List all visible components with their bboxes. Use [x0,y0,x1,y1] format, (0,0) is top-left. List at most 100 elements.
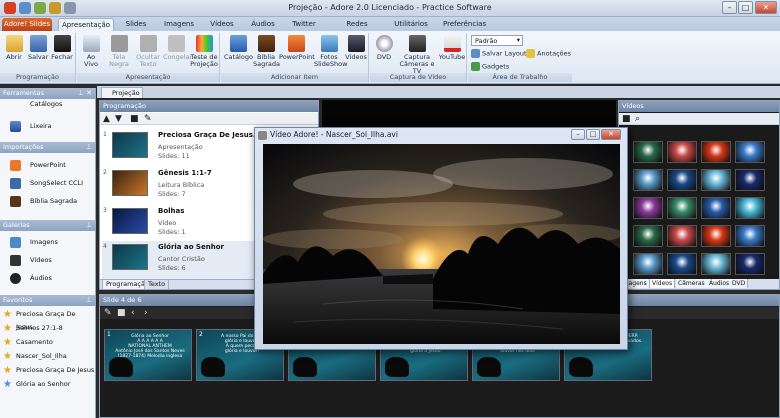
freeze-button[interactable]: Congelar [163,35,192,61]
sidebar-item-audios[interactable]: Áudios [0,270,95,286]
tab-twitter[interactable]: Twitter [290,18,318,31]
save-layout-button[interactable]: Salvar Layout [471,49,527,58]
list-item[interactable]: 4 Glória ao Senhor Cantor Cristão Slides… [102,241,262,279]
video-thumbnail[interactable] [633,225,663,247]
tab-texto[interactable]: Texto [144,280,170,290]
search-icon[interactable]: ⌕ [635,113,640,125]
gadgets-button[interactable]: Gadgets [471,62,509,71]
video-close-button[interactable]: ✕ [601,129,621,140]
tab-media-audios[interactable]: Áudios [707,279,733,288]
arrow-down-icon[interactable]: ▼ [115,113,122,125]
video-thumbnail[interactable] [701,253,731,275]
favorite-item[interactable]: ★ Glória ao Senhor [0,378,95,391]
tab-preferencias[interactable]: Preferências [443,18,486,31]
minimize-button[interactable]: – [722,1,737,14]
annotations-button[interactable]: Anotações [526,49,571,58]
pin-icon[interactable]: ⊥ [86,295,92,306]
video-thumbnail[interactable] [633,169,663,191]
sidebar-item-biblia[interactable]: Bíblia Sagrada [0,193,95,209]
video-thumbnail[interactable] [667,225,697,247]
edit-icon[interactable]: ✎ [144,113,152,125]
video-window[interactable]: Vídeo Adore! - Nascer_Sol_Ilha.avi – □ ✕ [254,127,628,350]
youtube-button[interactable]: YouTube [438,35,466,61]
live-button[interactable]: Ao Vivo [79,35,103,68]
tab-adore-slides[interactable]: Adore! Slides [2,18,52,31]
video-thumbnail[interactable] [667,141,697,163]
video-thumbnail[interactable] [701,141,731,163]
layout-select[interactable]: Padrão ▾ [471,35,523,46]
favorite-item[interactable]: ★ Salmos 27:1-8 [0,322,95,335]
video-thumbnail[interactable] [633,197,663,219]
tab-media-cameras[interactable]: Câmeras [676,279,708,288]
video-thumbnail[interactable] [667,253,697,275]
video-thumbnail[interactable] [633,141,663,163]
sidebar-item-powerpoint[interactable]: PowerPoint [0,157,95,173]
favorite-item[interactable]: ★ Casamento [0,336,95,349]
photos-slideshow-button[interactable]: Fotos SlideShow [314,35,347,68]
edit-icon[interactable]: ✎ [104,307,112,319]
video-thumbnail[interactable] [701,169,731,191]
video-thumbnail[interactable] [735,225,765,247]
video-thumbnail[interactable] [667,197,697,219]
trash-icon[interactable]: ■ [117,307,126,319]
previous-icon[interactable]: ‹ [131,307,135,319]
video-thumbnail[interactable] [735,253,765,275]
video-frame[interactable] [263,144,620,344]
tab-redes-sociais[interactable]: Redes Sociais [334,18,380,40]
black-screen-button[interactable]: Tela Negra [105,35,133,68]
video-maximize-button[interactable]: □ [586,129,600,140]
arrow-up-icon[interactable]: ▲ [103,113,110,125]
close-button[interactable]: ✕ [755,1,777,14]
hands-silhouette [293,357,317,377]
video-thumbnail[interactable] [633,253,663,275]
video-window-title: Vídeo Adore! - Nascer_Sol_Ilha.avi [270,130,398,139]
pin-icon[interactable]: ⊥ ✕ [78,88,92,99]
capture-cameras-button[interactable]: Captura Câmeras e TV [397,35,437,75]
catalog-button[interactable]: Catálogo [224,35,253,61]
hide-text-button[interactable]: Ocultar Texto [135,35,161,68]
sidebar-item-imagens[interactable]: Imagens [0,234,95,250]
powerpoint-button[interactable]: PowerPoint [279,35,315,61]
save-button[interactable]: Salvar [28,35,48,61]
video-thumbnail[interactable] [735,169,765,191]
video-thumbnail[interactable] [701,225,731,247]
list-item[interactable]: 1 Preciosa Graça De Jesus. Apresentação … [102,129,262,167]
video-thumbnail[interactable] [735,141,765,163]
tab-media-videos[interactable]: Vídeos [650,279,676,288]
video-thumbnail[interactable] [735,197,765,219]
list-item[interactable]: 2 Gênesis 1:1-7 Leitura Bíblica Slides: … [102,167,262,205]
favorite-item[interactable]: ★ Nascer_Sol_Ilha [0,350,95,363]
tab-apresentacao[interactable]: Apresentação [58,18,114,31]
video-minimize-button[interactable]: – [571,129,585,140]
tab-imagens[interactable]: Imagens [164,18,194,31]
dvd-button[interactable]: DVD [373,35,395,61]
sidebar-item-songselect[interactable]: SongSelect CCLI [0,175,95,191]
tab-utilitarios[interactable]: Utilitários [394,18,428,31]
open-button[interactable]: Abrir [4,35,24,61]
next-icon[interactable]: › [144,307,148,319]
tab-audios[interactable]: Áudios [250,18,276,31]
maximize-button[interactable]: □ [738,1,753,14]
add-videos-button[interactable]: Vídeos [345,35,367,61]
trash-icon[interactable]: ■ [130,113,139,125]
trash-icon[interactable]: ■ [622,113,631,125]
slide-thumbnail[interactable]: 1 Glória ao Senhor A A A A A A NATIONAL A… [104,329,192,381]
tab-slides[interactable]: Slides [124,18,148,31]
tab-projecao[interactable]: Projeção [101,87,143,98]
sidebar-item-lixeira[interactable]: Lixeira [0,118,95,134]
sidebar-item-videos[interactable]: Vídeos [0,252,95,268]
tab-videos[interactable]: Vídeos [209,18,235,31]
favorite-item[interactable]: ★ Preciosa Graça De Jesus. [0,308,95,331]
sidebar-item-catalogos[interactable]: Catálogos [0,100,95,110]
favorite-item[interactable]: ★ Preciosa Graça De Jesus [0,364,95,377]
video-thumbnail[interactable] [667,169,697,191]
bible-button[interactable]: Bíblia Sagrada [253,35,280,68]
tab-media-dvd[interactable]: DVD [730,279,749,288]
pin-icon[interactable]: ⊥ [86,220,92,231]
star-icon: ★ [3,309,12,320]
projection-test-button[interactable]: Teste de Projeção [190,35,218,68]
close-file-button[interactable]: Fechar [51,35,73,61]
list-item[interactable]: 3 Bolhas Vídeo Slides: 1 [102,205,262,243]
video-thumbnail[interactable] [701,197,731,219]
pin-icon[interactable]: ⊥ [86,142,92,153]
